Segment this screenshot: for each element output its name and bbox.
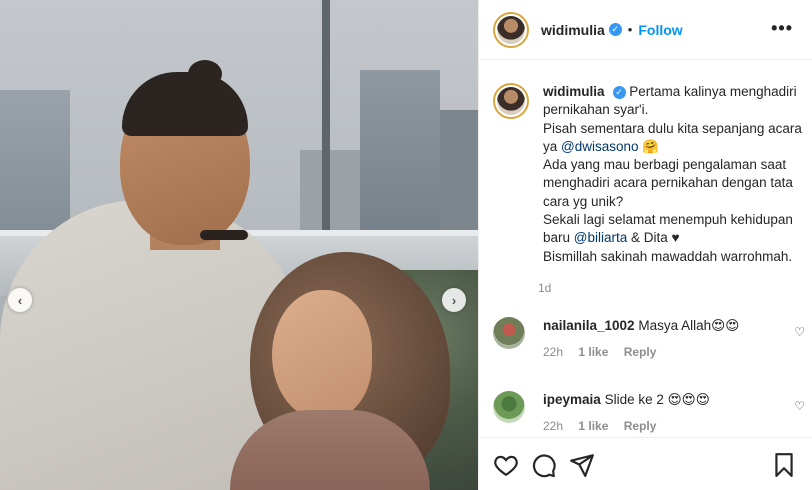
post-header: widimulia ✓ • Follow ••• — [479, 0, 812, 60]
woman-face — [272, 290, 372, 420]
comment-text: Masya Allah😍😍 — [638, 318, 740, 333]
comment-likes[interactable]: 1 like — [578, 345, 608, 359]
verified-badge-icon: ✓ — [608, 23, 622, 36]
comment-time[interactable]: 22h — [543, 345, 563, 359]
comment: nailanila_1002 Masya Allah😍😍 22h 1 like … — [493, 317, 805, 359]
chevron-left-icon[interactable]: ‹ — [8, 288, 32, 312]
avatar[interactable] — [493, 83, 529, 119]
separator-dot: • — [627, 22, 633, 37]
comment-username[interactable]: ipeymaia — [543, 392, 601, 407]
comment-likes[interactable]: 1 like — [578, 419, 608, 433]
action-bar — [479, 437, 812, 490]
post-side-panel: widimulia ✓ • Follow ••• widimulia ✓ Pert… — [478, 0, 812, 490]
emoji: 🤗 — [638, 138, 660, 154]
paper-plane-icon[interactable] — [569, 452, 595, 478]
instagram-post: ‹ › widimulia ✓ • Follow ••• widimulia ✓ … — [0, 0, 812, 490]
comment: ipeymaia Slide ke 2 😍😍😍 22h 1 like Reply… — [493, 391, 805, 433]
caption-line: Bismillah sakinah mawaddah warrohmah. — [543, 248, 793, 264]
more-options-icon[interactable]: ••• — [771, 18, 793, 39]
post-timestamp[interactable]: 1d — [538, 281, 551, 295]
comment-time[interactable]: 22h — [543, 419, 563, 433]
caption-line: & Dita ♥ — [627, 230, 680, 246]
reply-button[interactable]: Reply — [624, 419, 657, 433]
man-mustache — [200, 230, 248, 240]
man-hair — [122, 72, 248, 136]
caption-text: widimulia ✓ Pertama kalinya menghadiri pe… — [543, 83, 805, 266]
username-link[interactable]: widimulia — [541, 22, 605, 38]
post-photo[interactable]: ‹ › — [0, 0, 478, 490]
mention-link[interactable]: @dwisasono — [561, 139, 639, 154]
mention-link[interactable]: @biliarta — [574, 230, 627, 245]
caption-line: Ada yang mau berbagi pengalaman saat men… — [543, 157, 793, 209]
reply-button[interactable]: Reply — [624, 345, 657, 359]
caption-username[interactable]: widimulia — [543, 84, 605, 99]
bookmark-icon[interactable] — [771, 452, 797, 478]
avatar[interactable] — [493, 11, 529, 48]
comment-icon[interactable] — [531, 452, 557, 478]
caption: widimulia ✓ Pertama kalinya menghadiri pe… — [493, 83, 805, 266]
heart-icon[interactable]: ♡ — [794, 325, 805, 339]
comment-text: Slide ke 2 😍😍😍 — [604, 392, 710, 407]
follow-button[interactable]: Follow — [638, 22, 682, 38]
heart-icon[interactable] — [493, 452, 519, 478]
comments-scroll-area[interactable]: widimulia ✓ Pertama kalinya menghadiri pe… — [479, 61, 812, 437]
avatar[interactable] — [493, 391, 525, 423]
man-hair-bun — [188, 60, 222, 88]
heart-icon[interactable]: ♡ — [794, 399, 805, 413]
avatar[interactable] — [493, 317, 525, 349]
comment-username[interactable]: nailanila_1002 — [543, 318, 635, 333]
chevron-right-icon[interactable]: › — [442, 288, 466, 312]
verified-badge-icon: ✓ — [612, 85, 626, 99]
